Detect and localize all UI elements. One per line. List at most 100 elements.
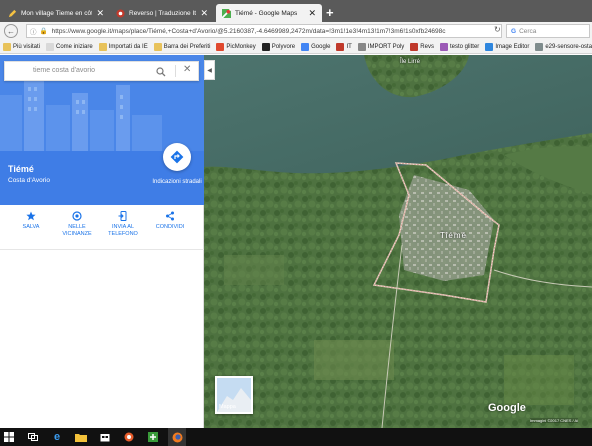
bookmark-item[interactable]: Polyvore xyxy=(261,42,296,51)
map-type-label: Mappa xyxy=(219,404,236,410)
bookmark-item[interactable]: testo glitter xyxy=(439,42,480,51)
send-to-phone-label: INVIA AL TELEFONO xyxy=(108,224,138,237)
imagery-copyright[interactable]: Immagini ©2017 CNES / Ai xyxy=(530,418,579,423)
bookmark-label: PicMonkey xyxy=(226,43,256,50)
bookmark-item[interactable]: Barra dei Preferiti xyxy=(153,42,211,51)
place-side-panel: Tiémé Costa d'Avorio Indicazioni stradal… xyxy=(0,55,204,428)
it-icon xyxy=(336,42,345,51)
bookmark-item[interactable]: PicMonkey xyxy=(216,42,256,51)
tab-reverso[interactable]: Reverso | Traduzione Italia... ✕ xyxy=(110,4,214,22)
close-icon[interactable]: ✕ xyxy=(200,8,208,19)
place-actions: SALVA NELLE VICINANZE INVIA AL TELEFONO … xyxy=(0,205,204,250)
close-icon[interactable]: ✕ xyxy=(96,8,104,19)
navigation-bar: ← ⓘ 🔒 https://www.google.it/maps/place/T… xyxy=(0,22,592,40)
bookmark-item[interactable]: Image Editor xyxy=(485,42,530,51)
satellite-map[interactable]: Tiémé Île Lirré xyxy=(204,55,592,428)
windows-logo-icon xyxy=(4,432,14,442)
map-label-village[interactable]: Tiémé xyxy=(440,231,467,240)
reload-icon[interactable]: ↻ xyxy=(494,25,501,34)
tab-title: Reverso | Traduzione Italia... xyxy=(129,9,197,17)
place-country: Costa d'Avorio xyxy=(8,177,50,184)
search-input[interactable]: tieme costa d'avorio xyxy=(33,67,95,74)
bookmark-item[interactable]: IMPORT Poly xyxy=(357,42,405,51)
bookmark-label: Image Editor xyxy=(495,43,530,50)
bookmark-label: testo glitter xyxy=(449,43,480,50)
folder-icon xyxy=(3,42,11,51)
address-bar[interactable]: ⓘ 🔒 https://www.google.it/maps/place/Tié… xyxy=(26,24,502,38)
bookmarks-bar: Più visitati Come iniziare Importati da IE… xyxy=(0,40,592,54)
image-editor-icon xyxy=(485,42,494,51)
polyvore-icon xyxy=(261,42,270,51)
reverso-icon xyxy=(410,42,419,51)
folder-icon xyxy=(75,433,87,442)
search-divider xyxy=(175,65,176,77)
bookmark-item[interactable]: e29-sensore-ostacoli-r... xyxy=(535,42,592,51)
folder-icon xyxy=(98,42,107,51)
picmonkey-icon xyxy=(216,42,225,51)
bookmark-label: Revs xyxy=(420,43,434,50)
page-icon xyxy=(535,42,544,51)
folder-icon xyxy=(153,42,162,51)
bookmark-item[interactable]: Google xyxy=(301,42,330,51)
search-icon[interactable] xyxy=(156,67,166,77)
new-tab-button[interactable]: + xyxy=(326,5,334,20)
close-icon[interactable]: ✕ xyxy=(308,8,316,19)
send-to-phone-button[interactable]: INVIA AL TELEFONO xyxy=(100,211,146,238)
bookmark-item[interactable]: Importati da IE xyxy=(98,42,148,51)
chess-piece-icon xyxy=(124,432,134,442)
import-icon xyxy=(357,42,366,51)
bookmark-label: IT xyxy=(346,43,352,50)
maps-search-box[interactable]: tieme costa d'avorio ✕ xyxy=(4,61,199,81)
edge-button[interactable]: e xyxy=(48,428,66,446)
store-button[interactable] xyxy=(96,428,114,446)
windows-taskbar: e xyxy=(0,428,592,446)
info-icon[interactable]: ⓘ xyxy=(30,26,37,36)
satellite-imagery[interactable] xyxy=(204,55,592,428)
nearby-pin-icon xyxy=(72,211,82,221)
nearby-button[interactable]: NELLE VICINANZE xyxy=(54,211,100,238)
start-button[interactable] xyxy=(0,428,18,446)
bookmark-label: Più visitati xyxy=(13,43,41,50)
close-icon[interactable]: ✕ xyxy=(183,64,191,75)
chevron-left-icon: ◀ xyxy=(207,67,212,74)
firefox-icon xyxy=(172,432,182,442)
directions-button[interactable] xyxy=(163,143,191,171)
share-button[interactable]: CONDIVIDI xyxy=(147,211,193,231)
browser-tab-bar: Mon village Tieme en côt... ✕ Reverso | … xyxy=(0,0,592,22)
search-placeholder: Cerca xyxy=(519,27,537,35)
app-button[interactable] xyxy=(144,428,162,446)
bookmark-label: Come iniziare xyxy=(56,43,93,50)
pencil-icon xyxy=(8,9,17,17)
bookmark-item[interactable]: Come iniziare xyxy=(46,42,93,51)
store-icon xyxy=(100,434,110,442)
tab-mon-village[interactable]: Mon village Tieme en côt... ✕ xyxy=(2,4,110,22)
bookmark-label: Barra dei Preferiti xyxy=(163,43,211,50)
google-logo: Google xyxy=(488,402,526,414)
glitter-icon xyxy=(439,42,448,51)
page-icon xyxy=(46,42,55,51)
collapse-panel-button[interactable]: ◀ xyxy=(204,60,215,80)
share-icon xyxy=(166,211,174,221)
back-arrow-icon[interactable]: ← xyxy=(4,24,18,38)
url-text: https://www.google.it/maps/place/Tiémé,+… xyxy=(51,27,446,35)
task-view-icon xyxy=(28,433,38,441)
map-type-toggle[interactable]: Mappa xyxy=(215,376,253,414)
bookmark-item[interactable]: IT xyxy=(336,42,352,51)
google-g-icon: G xyxy=(511,27,517,35)
browser-search-box[interactable]: G Cerca xyxy=(506,24,590,38)
tab-google-maps[interactable]: Tiémé - Google Maps ✕ xyxy=(216,4,322,22)
map-label-island[interactable]: Île Lirré xyxy=(400,59,420,65)
edge-icon: e xyxy=(53,431,61,443)
save-button[interactable]: SALVA xyxy=(8,211,54,231)
bookmark-item[interactable]: Revs xyxy=(410,42,434,51)
firefox-button[interactable] xyxy=(168,428,186,446)
app-button[interactable] xyxy=(120,428,138,446)
file-explorer-button[interactable] xyxy=(72,428,90,446)
task-view-button[interactable] xyxy=(24,428,42,446)
bookmark-label: Polyvore xyxy=(271,43,296,50)
bookmark-label: IMPORT Poly xyxy=(367,43,405,50)
directions-label[interactable]: Indicazioni stradali xyxy=(150,178,204,186)
send-to-phone-icon xyxy=(118,211,127,221)
bookmark-item[interactable]: Più visitati xyxy=(3,42,41,51)
tab-title: Tiémé - Google Maps xyxy=(235,9,298,17)
